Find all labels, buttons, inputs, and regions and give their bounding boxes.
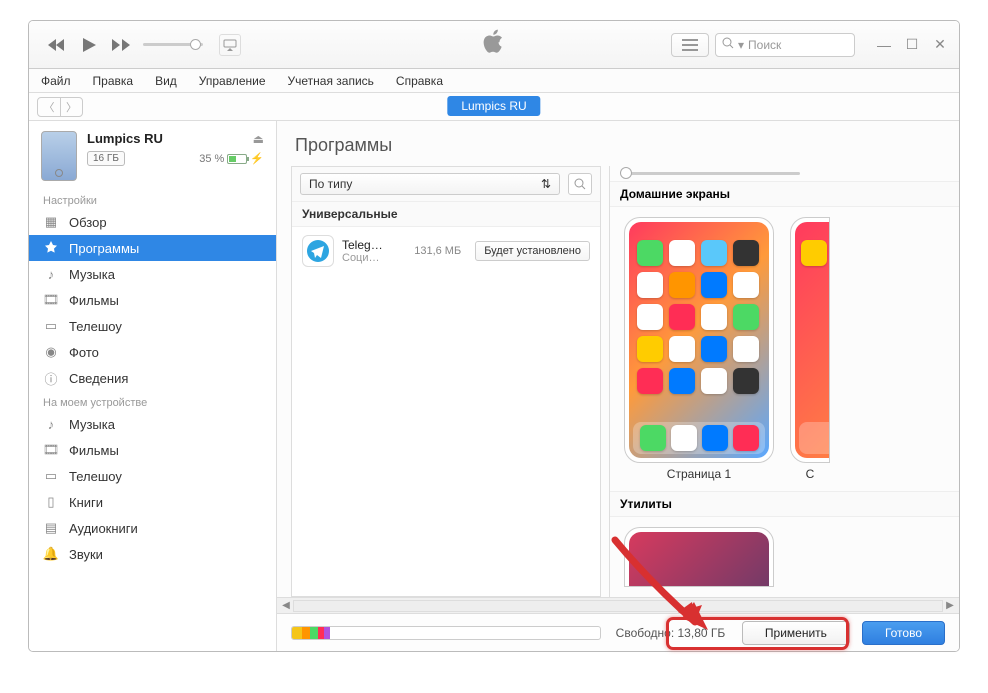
sidebar-header-ondevice: На моем устройстве (29, 391, 276, 411)
app-subtitle: Соци… (342, 252, 406, 264)
storage-bar (291, 626, 601, 640)
menu-edit[interactable]: Правка (89, 72, 138, 90)
utilities-folder[interactable] (624, 527, 774, 587)
movies-icon: 🎞 (43, 292, 59, 308)
sidebar-item-overview[interactable]: ▦Обзор (29, 209, 276, 235)
sidebar-item-od-books[interactable]: ▯Книги (29, 489, 276, 515)
titlebar: ▾ Поиск — ☐ ✕ (29, 21, 959, 69)
device-block: Lumpics RU ⏏ 16 ГБ 35 % ⚡ (29, 121, 276, 189)
menu-file[interactable]: Файл (37, 72, 75, 90)
menu-help[interactable]: Справка (392, 72, 447, 90)
content: Lumpics RU ⏏ 16 ГБ 35 % ⚡ Настройки ▦Обз… (29, 121, 959, 651)
main-panel: Программы По типу ⇅ Универсальные (277, 121, 959, 651)
maximize-button[interactable]: ☐ (901, 34, 923, 56)
sidebar-item-photo[interactable]: ◉Фото (29, 339, 276, 365)
main-title: Программы (277, 121, 959, 166)
tv-icon: ▭ (43, 318, 59, 334)
apps-list-pane: По типу ⇅ Универсальные Teleg… Соци… 131… (291, 166, 601, 597)
nav-forward-button[interactable]: 〉 (60, 98, 82, 116)
apps-icon (43, 240, 59, 256)
eject-button[interactable]: ⏏ (253, 132, 264, 146)
close-button[interactable]: ✕ (929, 34, 951, 56)
sidebar-header-settings: Настройки (29, 189, 276, 209)
free-space-label: Свободно: 13,80 ГБ (611, 626, 730, 640)
airplay-button[interactable] (219, 34, 241, 56)
bottom-bar: Свободно: 13,80 ГБ Применить Готово (277, 613, 959, 651)
itunes-window: ▾ Поиск — ☐ ✕ Файл Правка Вид Управление… (28, 20, 960, 652)
page-label-2: С (806, 467, 815, 481)
sidebar-item-od-tv[interactable]: ▭Телешоу (29, 463, 276, 489)
apple-logo-icon (483, 29, 505, 60)
tones-icon: 🔔 (43, 546, 59, 562)
nav-back-button[interactable]: 〈 (38, 98, 60, 116)
homescreens-header: Домашние экраны (610, 181, 959, 207)
playback-controls (45, 29, 241, 61)
search-placeholder: Поиск (748, 38, 781, 52)
device-capacity: 16 ГБ (87, 151, 125, 166)
menu-account[interactable]: Учетная запись (284, 72, 378, 90)
prev-button[interactable] (45, 33, 69, 57)
photo-icon: ◉ (43, 344, 59, 360)
sidebar-item-od-movies[interactable]: 🎞Фильмы (29, 437, 276, 463)
utilities-header: Утилиты (610, 491, 959, 517)
sidebar-item-od-audiobooks[interactable]: ▤Аудиокниги (29, 515, 276, 541)
audiobooks-icon: ▤ (43, 520, 59, 536)
horizontal-scrollbar[interactable]: ◀▶ (277, 597, 959, 613)
device-battery: 35 % ⚡ (199, 152, 264, 165)
movies-icon: 🎞 (43, 442, 59, 458)
music-icon: ♪ (43, 416, 59, 432)
search-input[interactable]: ▾ Поиск (715, 33, 855, 57)
apps-search-input[interactable] (568, 173, 592, 195)
app-install-button[interactable]: Будет установлено (475, 241, 590, 261)
page-label-1: Страница 1 (667, 467, 731, 481)
updown-icon: ⇅ (541, 177, 551, 191)
overview-icon: ▦ (43, 214, 59, 230)
sidebar: Lumpics RU ⏏ 16 ГБ 35 % ⚡ Настройки ▦Обз… (29, 121, 277, 651)
minimize-button[interactable]: — (873, 34, 895, 56)
menu-controls[interactable]: Управление (195, 72, 270, 90)
sidebar-item-info[interactable]: ⓘСведения (29, 365, 276, 391)
books-icon: ▯ (43, 494, 59, 510)
storage-meter: Свободно: 13,80 ГБ (291, 626, 730, 640)
tv-icon: ▭ (43, 468, 59, 484)
chevron-down-icon: ▾ (738, 38, 744, 52)
zoom-slider[interactable] (620, 172, 800, 175)
app-row[interactable]: Teleg… Соци… 131,6 МБ Будет установлено (292, 227, 600, 275)
category-header: Универсальные (292, 201, 600, 227)
sidebar-item-od-music[interactable]: ♪Музыка (29, 411, 276, 437)
menubar: Файл Правка Вид Управление Учетная запис… (29, 69, 959, 93)
next-button[interactable] (109, 33, 133, 57)
done-button[interactable]: Готово (862, 621, 945, 645)
type-filter-select[interactable]: По типу ⇅ (300, 173, 560, 195)
homescreen-page-1[interactable] (624, 217, 774, 463)
menu-view[interactable]: Вид (151, 72, 181, 90)
sidebar-item-apps[interactable]: Программы (29, 235, 276, 261)
music-icon: ♪ (43, 266, 59, 282)
volume-slider[interactable] (143, 43, 203, 46)
sidebar-item-music[interactable]: ♪Музыка (29, 261, 276, 287)
battery-icon (227, 154, 247, 164)
device-name: Lumpics RU (87, 131, 163, 146)
device-pill[interactable]: Lumpics RU (447, 96, 540, 116)
sidebar-item-tv[interactable]: ▭Телешоу (29, 313, 276, 339)
sidebar-item-movies[interactable]: 🎞Фильмы (29, 287, 276, 313)
app-name: Teleg… (342, 238, 406, 252)
nav-toolbar: 〈 〉 Lumpics RU (29, 93, 959, 121)
play-button[interactable] (73, 29, 105, 61)
search-icon (722, 37, 734, 52)
telegram-icon (302, 235, 334, 267)
apply-button[interactable]: Применить (742, 621, 850, 645)
homescreens-pane: Домашние экраны (609, 166, 959, 597)
app-size: 131,6 МБ (414, 245, 461, 257)
list-view-button[interactable] (671, 33, 709, 57)
device-thumb-icon (41, 131, 77, 181)
homescreen-page-2[interactable] (790, 217, 830, 463)
info-icon: ⓘ (43, 370, 59, 386)
sidebar-item-od-tones[interactable]: 🔔Звуки (29, 541, 276, 567)
